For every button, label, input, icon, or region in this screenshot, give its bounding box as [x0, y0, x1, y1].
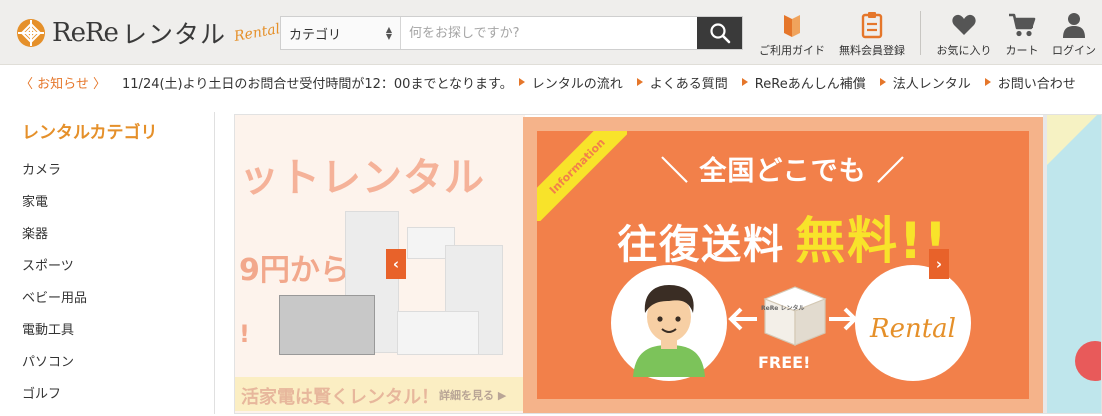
- search-bar: カテゴリ ▲ ▼: [280, 16, 743, 50]
- guide-label: ご利用ガイド: [759, 44, 825, 57]
- customer-circle: [611, 265, 727, 381]
- guide-book-icon: [784, 15, 800, 37]
- banner-slide-next-peek[interactable]: [1043, 115, 1101, 413]
- register-link[interactable]: 無料会員登録: [832, 10, 912, 58]
- link-insurance[interactable]: ReReあんしん補償: [741, 73, 866, 92]
- category-sidebar: レンタルカテゴリ カメラ 家電 楽器 スポーツ ベビー用品 電動工具 パソコン …: [0, 112, 215, 414]
- sidebar-item-golf[interactable]: ゴルフ: [22, 384, 87, 416]
- site-logo[interactable]: ReRe レンタル Rental: [16, 15, 282, 51]
- slide-footer: 活家電は賢くレンタル！ 詳細を見る ▶: [235, 377, 525, 411]
- register-label: 無料会員登録: [839, 44, 905, 57]
- slide-headline: ットレンタル: [239, 155, 485, 201]
- free-label: FREE!: [758, 353, 811, 372]
- notice-bar: 〈 お知らせ 〉 11/24(土)より土日のお問合せ受付時間が12：00までとな…: [0, 66, 1102, 98]
- sidebar-item-instruments[interactable]: 楽器: [22, 224, 87, 256]
- login-link[interactable]: ログイン: [1034, 10, 1102, 58]
- link-label: よくある質問: [649, 76, 728, 92]
- header-divider: [920, 11, 921, 55]
- person-icon: [633, 285, 705, 377]
- sidebar-item-sports[interactable]: スポーツ: [22, 256, 87, 288]
- login-label: ログイン: [1052, 44, 1096, 57]
- link-label: レンタルの流れ: [531, 76, 623, 92]
- sidebar-item-baby[interactable]: ベビー用品: [22, 288, 87, 320]
- sidebar-item-pc[interactable]: パソコン: [22, 352, 87, 384]
- logo-mark-icon: [17, 19, 45, 47]
- search-input[interactable]: [401, 17, 697, 49]
- search-button[interactable]: [697, 17, 742, 49]
- heart-icon: [952, 14, 976, 35]
- triangle-right-icon: [741, 78, 748, 86]
- search-icon: [709, 23, 730, 44]
- link-contact[interactable]: お問い合わせ: [984, 73, 1076, 92]
- details-link[interactable]: 詳細を見る ▶: [439, 387, 506, 403]
- package-box-icon: [763, 286, 827, 346]
- triangle-right-icon: [636, 78, 643, 86]
- clipboard-icon: [861, 12, 883, 39]
- site-header: ReRe レンタル Rental カテゴリ ▲▼ ご利用ガイド: [0, 0, 1102, 65]
- category-select-value: カテゴリ: [289, 27, 342, 43]
- logo-text: ReRe: [52, 18, 119, 48]
- link-corporate[interactable]: 法人レンタル: [879, 73, 971, 92]
- link-label: お問い合わせ: [997, 76, 1076, 92]
- banner-slide-free-shipping[interactable]: Information ＼ 全国どこでも ／ 往復送料 無料!! ReRe レン…: [523, 117, 1043, 413]
- box-label: ReRe レンタル: [761, 305, 805, 312]
- notice-text[interactable]: 11/24(土)より土日のお問合せ受付時間が12：00までとなります。: [122, 73, 513, 92]
- link-label: 法人レンタル: [892, 76, 971, 92]
- rental-script-logo: Rental: [870, 314, 956, 344]
- banner-title: 往復送料 無料!!: [537, 201, 1029, 273]
- sidebar-item-appliances[interactable]: 家電: [22, 192, 87, 224]
- slide-exclaim: !: [239, 320, 250, 348]
- sidebar-title: レンタルカテゴリ: [22, 123, 158, 143]
- category-list: カメラ 家電 楽器 スポーツ ベビー用品 電動工具 パソコン ゴルフ: [22, 160, 87, 416]
- guide-link[interactable]: ご利用ガイド: [752, 10, 832, 58]
- link-rental-flow[interactable]: レンタルの流れ: [518, 73, 623, 92]
- title-free: 無料!!: [795, 212, 949, 270]
- peek-shape: [1075, 341, 1101, 381]
- triangle-right-icon: [984, 78, 991, 86]
- slide-footer-text: 活家電は賢くレンタル！: [241, 387, 439, 408]
- logo-jp: レンタル: [121, 20, 226, 49]
- peek-ribbon: [1047, 115, 1097, 165]
- select-arrows-icon: ▲ ▼: [385, 25, 392, 41]
- tv-image: [279, 295, 375, 355]
- notice-label: 〈 お知らせ 〉: [20, 76, 107, 92]
- logo-script: Rental: [232, 21, 282, 45]
- sidebar-item-camera[interactable]: カメラ: [22, 160, 87, 192]
- sidebar-item-power-tools[interactable]: 電動工具: [22, 320, 87, 352]
- banner-carousel: ットレンタル 9円から! ! 活家電は賢くレンタル！ 詳細を見る ▶ Infor…: [234, 114, 1102, 414]
- triangle-right-icon: [879, 78, 886, 86]
- link-label: ReReあんしん補償: [754, 76, 866, 92]
- title-shipping: 往復送料: [617, 222, 786, 268]
- banner-subtitle: ＼ 全国どこでも ／: [661, 156, 905, 187]
- carousel-prev-button[interactable]: ‹: [386, 249, 406, 279]
- banner-slide-appliances[interactable]: ットレンタル 9円から! ! 活家電は賢くレンタル！ 詳細を見る ▶: [235, 115, 525, 413]
- user-icon: [1063, 13, 1085, 38]
- carousel-next-button[interactable]: ›: [929, 249, 949, 279]
- category-select[interactable]: カテゴリ ▲ ▼: [281, 17, 401, 49]
- cart-icon: [1009, 13, 1036, 37]
- link-faq[interactable]: よくある質問: [636, 73, 728, 92]
- triangle-right-icon: [518, 78, 525, 86]
- price-digit: 9: [239, 253, 260, 288]
- microwave-image: [397, 311, 479, 355]
